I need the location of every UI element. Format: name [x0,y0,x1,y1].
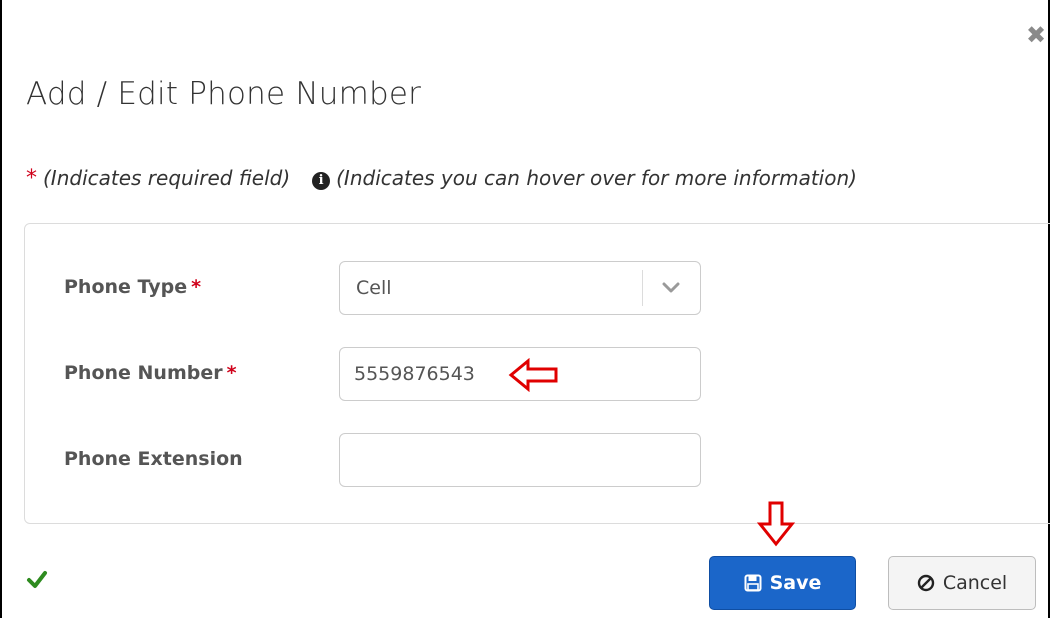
required-legend-text: (Indicates required field) [43,166,291,190]
required-star-icon: * [191,276,202,298]
phone-type-select[interactable]: Cell [339,261,701,315]
save-button-label: Save [769,572,822,594]
phone-number-label-text: Phone Number [64,362,223,384]
info-legend-text: (Indicates you can hover over for more i… [336,166,857,190]
required-legend: * (Indicates required field) i (Indicates y… [26,166,857,191]
edit-phone-dialog: ✖ Add / Edit Phone Number * (Indicates re… [0,0,1050,618]
cancel-button-label: Cancel [942,572,1008,594]
phone-type-label-text: Phone Type [64,276,188,298]
required-star-icon: * [226,362,237,384]
close-icon[interactable]: ✖ [1026,22,1050,48]
phone-number-label: Phone Number * [64,362,237,384]
phone-extension-label: Phone Extension [64,448,243,470]
phone-type-label: Phone Type * [64,276,201,298]
annotation-arrow-left-icon [508,358,558,392]
save-button[interactable]: Save [709,556,856,610]
annotation-arrow-down-icon [756,501,796,547]
phone-extension-input[interactable] [339,433,701,487]
dialog-title: Add / Edit Phone Number [26,76,422,112]
required-star-icon: * [26,166,37,191]
chevron-down-icon[interactable] [662,280,680,294]
phone-extension-label-text: Phone Extension [64,448,243,470]
floppy-disk-icon [744,574,762,592]
cancel-button[interactable]: Cancel [888,556,1036,610]
phone-type-value: Cell [356,277,392,299]
check-icon [27,571,47,588]
info-icon: i [312,172,331,190]
ban-icon [917,574,935,592]
select-divider [642,270,643,306]
